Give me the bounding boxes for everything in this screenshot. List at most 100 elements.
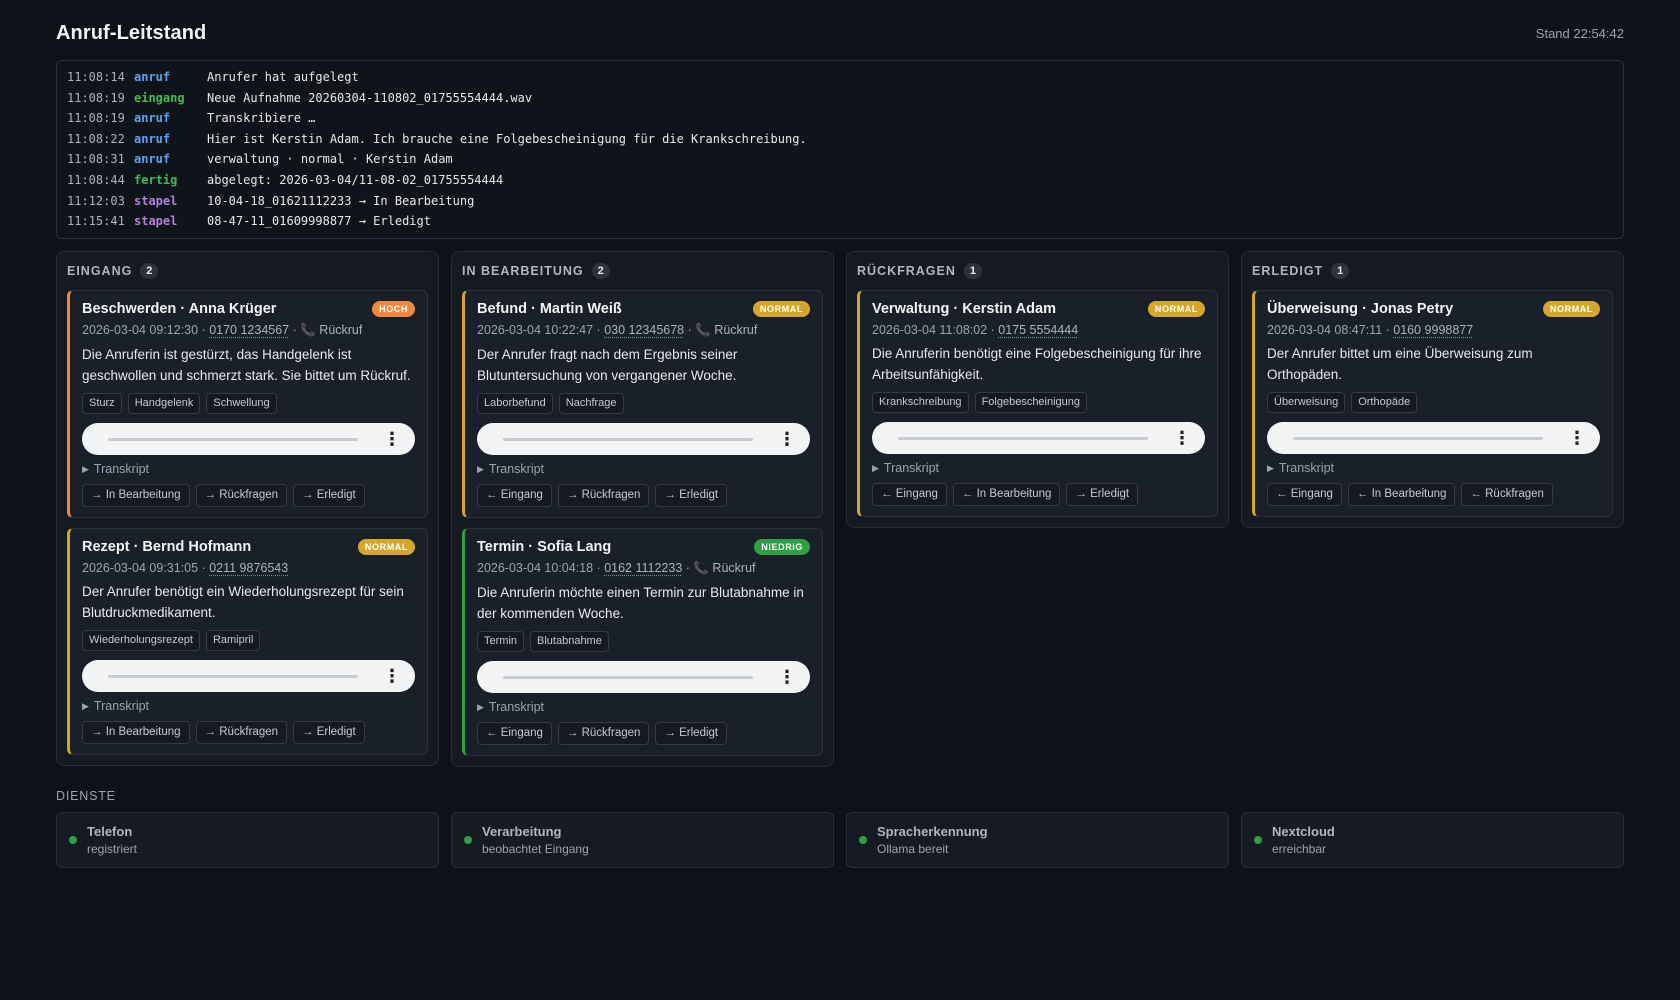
disclosure-triangle-icon: ▶ [477,701,484,712]
phone-number[interactable]: 0162 1112233 [604,561,682,575]
card-summary: Die Anruferin ist gestürzt, das Handgele… [82,347,411,383]
timestamp: Stand 22:54:42 [1535,25,1624,41]
move-button[interactable]: → Rückfragen [195,484,288,507]
transcript-label: Transkript [93,462,150,476]
log-row: 11:12:03 stapel 10-04-18_01621112233 → In … [67,191,1613,212]
transcript-label: Transkript [488,700,545,714]
audio-progress-track[interactable] [1293,436,1543,440]
log-tag: stapel [134,193,178,208]
move-button[interactable]: → Rückfragen [557,722,650,745]
service-info: Verarbeitung beobachtet Eingang [482,824,589,856]
move-button[interactable]: ← In Bearbeitung [1347,483,1456,506]
move-button[interactable]: → Erledigt [655,722,728,745]
phone-number[interactable]: 0160 9998877 [1393,323,1473,337]
priority-badge: NORMAL [752,301,810,317]
transcript-toggle[interactable]: ▶ Transkript [477,700,810,714]
phone-number[interactable]: 030 12345678 [604,323,684,337]
call-datetime: 2026-03-04 09:31:05 [82,561,199,575]
log-tag: eingang [134,90,185,105]
audio-progress-track[interactable] [898,436,1148,440]
event-log[interactable]: 11:08:14 anruf Anrufer hat aufgelegt 11:08:… [56,60,1624,239]
service-spracherkennung: Spracherkennung Ollama bereit [846,812,1229,868]
card-meta: 2026-03-04 08:47:11 · 0160 9998877 [1267,323,1474,337]
call-datetime: 2026-03-04 09:12:30 [82,323,199,337]
card-title: Überweisung · Jonas Petry [1267,301,1454,317]
tag-chip: Folgebescheinigung [974,392,1088,413]
move-button[interactable]: → In Bearbeitung [82,721,190,744]
card-title: Beschwerden · Anna Krüger [82,301,277,317]
transcript-label: Transkript [1278,461,1335,475]
log-message: 10-04-18_01621112233 → In Bearbeitung [207,193,475,208]
move-button[interactable]: ← Eingang [477,722,552,745]
move-button[interactable]: → Erledigt [293,484,365,507]
move-button[interactable]: ← Eingang [872,483,947,506]
phone-number[interactable]: 0211 9876543 [209,561,288,575]
move-button[interactable]: ← Eingang [1267,483,1342,506]
card-header: Überweisung · Jonas Petry NORMAL [1267,301,1600,317]
call-datetime: 2026-03-04 10:22:47 [477,323,594,337]
column-count: 1 [1331,263,1350,279]
transcript-label: Transkript [883,461,940,475]
phone-number[interactable]: 0170 1234567 [209,323,289,337]
card-header: Termin · Sofia Lang NIEDRIG [477,539,810,555]
transcript-toggle[interactable]: ▶ Transkript [1267,461,1600,475]
call-card[interactable]: Rezept · Bernd Hofmann NORMAL 2026-03-04 0… [67,528,428,755]
transcript-toggle[interactable]: ▶ Transkript [477,462,810,476]
call-card[interactable]: Termin · Sofia Lang NIEDRIG 2026-03-04 10:… [462,528,823,756]
card-summary: Die Anruferin möchte einen Termin zur Bl… [477,585,804,621]
more-options-icon[interactable]: ⋮ [1568,429,1586,447]
move-button[interactable]: ← Eingang [477,484,552,507]
phone-number[interactable]: 0175 5554444 [998,323,1078,337]
audio-progress-track[interactable] [503,437,753,441]
tag-list: Laborbefund Nachfrage [477,393,810,414]
service-status: beobachtet Eingang [482,842,589,856]
call-card[interactable]: Befund · Martin Weiß NORMAL 2026-03-04 10:… [462,290,823,518]
column-title: ERLEDIGT [1252,264,1324,278]
move-button[interactable]: → In Bearbeitung [82,484,190,507]
transcript-toggle[interactable]: ▶ Transkript [872,461,1205,475]
priority-badge: HOCH [372,301,415,317]
transcript-toggle[interactable]: ▶ Transkript [82,462,415,476]
more-options-icon[interactable]: ⋮ [383,430,401,448]
more-options-icon[interactable]: ⋮ [1173,429,1191,447]
log-row: 11:08:14 anruf Anrufer hat aufgelegt [67,67,1613,88]
move-button[interactable]: → Rückfragen [557,484,650,507]
move-button[interactable]: ← Rückfragen [1461,483,1553,506]
transcript-label: Transkript [93,699,150,713]
card-title: Verwaltung · Kerstin Adam [872,301,1056,317]
more-options-icon[interactable]: ⋮ [383,667,401,685]
move-button[interactable]: ← In Bearbeitung [952,483,1061,506]
move-button[interactable]: → Erledigt [1066,483,1139,506]
move-button[interactable]: → Rückfragen [195,721,288,744]
audio-player[interactable]: ⋮ [872,422,1205,454]
call-card[interactable]: Beschwerden · Anna Krüger HOCH 2026-03-04 … [67,290,428,518]
status-dot-icon [69,836,77,844]
move-button[interactable]: → Erledigt [655,484,728,507]
audio-progress-track[interactable] [108,674,358,678]
column-count: 2 [140,263,159,279]
audio-player[interactable]: ⋮ [477,423,810,455]
column-title: RÜCKFRAGEN [857,264,956,278]
more-options-icon[interactable]: ⋮ [778,430,796,448]
audio-player[interactable]: ⋮ [1267,422,1600,454]
disclosure-triangle-icon: ▶ [872,462,879,473]
log-tag: anruf [134,70,171,84]
transcript-toggle[interactable]: ▶ Transkript [82,699,415,713]
audio-player[interactable]: ⋮ [82,423,415,455]
audio-player[interactable]: ⋮ [82,660,415,692]
move-button[interactable]: → Erledigt [293,721,365,744]
more-options-icon[interactable]: ⋮ [778,668,796,686]
audio-progress-track[interactable] [503,675,753,679]
log-row: 11:08:22 anruf Hier ist Kerstin Adam. Ich … [67,129,1613,150]
tag-list: Wiederholungsrezept Ramipril [82,630,415,651]
tag-chip: Schwellung [206,393,277,414]
call-datetime: 2026-03-04 10:04:18 [477,561,594,575]
card-meta: 2026-03-04 11:08:02 · 0175 5554444 [872,323,1079,337]
audio-player[interactable]: ⋮ [477,661,810,693]
call-card[interactable]: Verwaltung · Kerstin Adam NORMAL 2026-03-0… [857,290,1218,517]
call-card[interactable]: Überweisung · Jonas Petry NORMAL 2026-03-0… [1252,290,1613,517]
call-datetime: 2026-03-04 08:47:11 [1267,323,1383,337]
tag-chip: Blutabnahme [530,631,609,652]
audio-progress-track[interactable] [108,437,358,441]
service-status: registriert [87,842,138,856]
